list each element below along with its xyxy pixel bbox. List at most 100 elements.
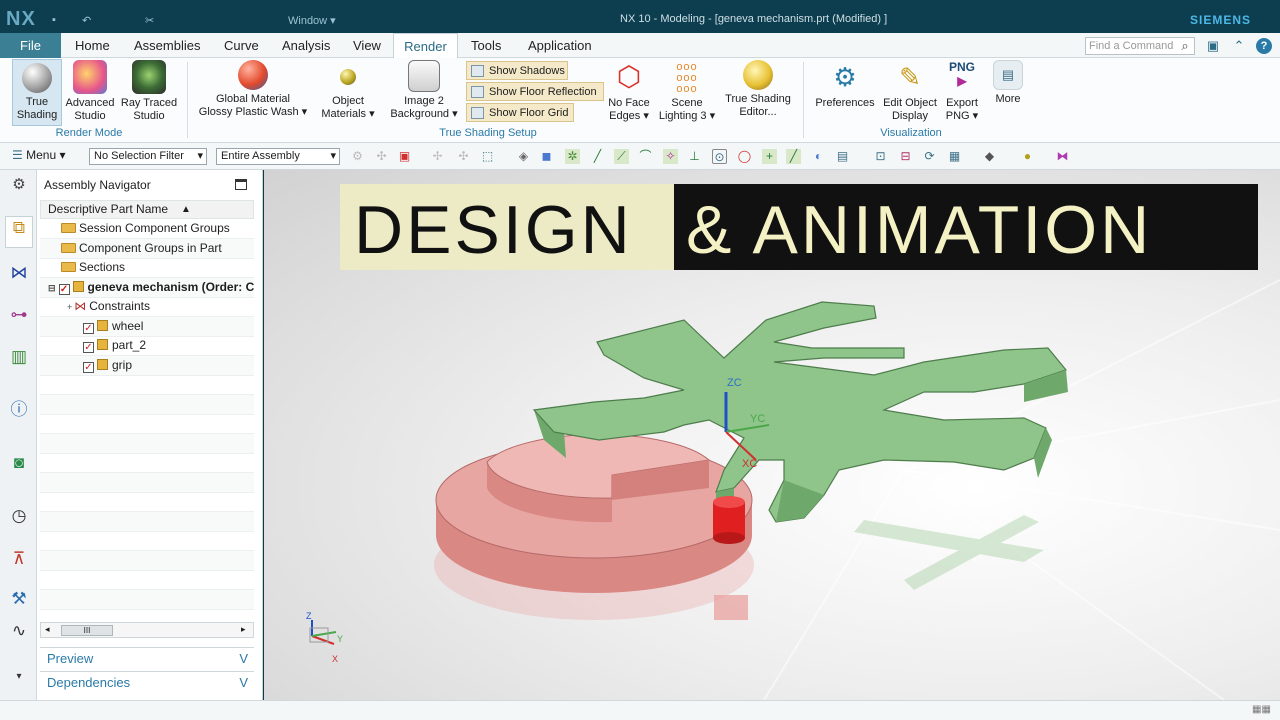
horizontal-scrollbar[interactable]: ◂ III ▸ xyxy=(40,622,254,638)
window-menu[interactable]: Window ▾ xyxy=(288,14,336,27)
snap-intersection-icon[interactable]: ✧ xyxy=(663,149,678,164)
snap-tangent-icon[interactable]: ╱ xyxy=(786,149,801,164)
snap-line-icon[interactable]: ╱ xyxy=(590,149,605,164)
tab-assemblies[interactable]: Assemblies xyxy=(134,33,204,58)
cut-icon[interactable]: ✂ xyxy=(145,14,154,27)
edit-section-icon[interactable]: ⧓ xyxy=(1055,149,1070,164)
advanced-studio-button[interactable]: Advanced Studio xyxy=(64,60,116,123)
assembly-scope-dropdown[interactable]: Entire Assembly xyxy=(216,148,340,165)
dependencies-panel-header[interactable]: Dependencies V xyxy=(40,671,254,693)
more-button[interactable]: ▤ More xyxy=(988,60,1028,106)
show-shadows-toggle[interactable]: Show Shadows xyxy=(466,61,568,80)
snap-point-icon[interactable]: + xyxy=(762,149,777,164)
snap-center-icon[interactable]: ⊙ xyxy=(712,149,727,164)
object-materials-button[interactable]: Object Materials ▾ xyxy=(318,60,378,121)
checkbox-icon[interactable]: ✓ xyxy=(83,342,94,353)
tree-node-geneva-mechanism[interactable]: ⊟ ✓ geneva mechanism (Order: C xyxy=(40,278,254,298)
resource-bar: ⚙ ⧉ ⋈ ⊶ ▥ ⓘ ◙ ◷ ⊼ ⚒ ∿ ▾ xyxy=(0,170,37,700)
assembly-icon[interactable]: ✣ xyxy=(456,149,471,164)
no-face-edges-button[interactable]: ⬡ No Face Edges ▾ xyxy=(604,60,654,123)
true-shading-editor-button[interactable]: True Shading Editor... xyxy=(722,60,794,119)
view-icon[interactable]: ◐ xyxy=(811,149,826,164)
assembly-navigator-icon[interactable]: ⧉ xyxy=(5,216,33,248)
orient-view-icon[interactable]: ▦ xyxy=(947,149,962,164)
preferences-button[interactable]: ⚙ Preferences xyxy=(814,60,876,110)
select-feature-icon[interactable]: ⚙ xyxy=(350,149,365,164)
material-sphere-icon xyxy=(238,60,268,90)
undo-icon[interactable]: ↶ xyxy=(82,14,91,27)
snap-icon[interactable]: ▣ xyxy=(397,149,412,164)
help-icon[interactable]: ? xyxy=(1256,38,1272,54)
scrollbar-thumb[interactable]: III xyxy=(61,625,113,636)
cube-icon[interactable]: ◼ xyxy=(539,149,554,164)
tree-node-part-2[interactable]: ✓ part_2 xyxy=(40,336,254,356)
snap-curve-icon[interactable]: ⌒ xyxy=(638,149,653,164)
window-layout-icon[interactable]: ▣ xyxy=(1205,38,1221,54)
snap-endpoint-icon[interactable]: ✲ xyxy=(565,149,580,164)
pointer-icon[interactable]: ✢ xyxy=(430,149,445,164)
rectangle-select-icon[interactable]: ⬚ xyxy=(480,149,495,164)
tree-node-grip[interactable]: ✓ grip xyxy=(40,356,254,376)
reuse-library-icon[interactable]: ▥ xyxy=(8,346,30,368)
solid-body-icon[interactable]: ◈ xyxy=(516,149,531,164)
tab-render[interactable]: Render xyxy=(393,33,458,58)
snap-quadrant-icon[interactable]: ◯ xyxy=(737,149,752,164)
search-icon[interactable]: ⌕ xyxy=(1177,38,1193,54)
expand-icon: + xyxy=(67,302,73,312)
selection-filter-dropdown[interactable]: No Selection Filter xyxy=(89,148,207,165)
grid-icon xyxy=(471,107,484,119)
tree-node-component-groups[interactable]: Component Groups in Part xyxy=(40,239,254,259)
edit-object-display-button[interactable]: ✎ Edit Object Display xyxy=(879,60,941,123)
menu-button[interactable]: ☰ Menu ▾ xyxy=(12,148,65,162)
scene-lighting-button[interactable]: ooo ooo ooo Scene Lighting 3 ▾ xyxy=(656,60,718,123)
hd3d-tools-icon[interactable]: ⓘ xyxy=(8,399,30,421)
render-style-icon[interactable]: ◆ xyxy=(982,149,997,164)
maximize-panel-icon[interactable] xyxy=(235,179,247,190)
tab-application[interactable]: Application xyxy=(528,33,598,58)
part-navigator-icon[interactable]: ⊶ xyxy=(8,304,30,326)
tree-node-wheel[interactable]: ✓ wheel xyxy=(40,317,254,337)
tab-home[interactable]: Home xyxy=(75,33,111,58)
show-floor-grid-toggle[interactable]: Show Floor Grid xyxy=(466,103,574,122)
snap-midpoint-icon[interactable]: ⟋ xyxy=(614,149,629,164)
checkbox-icon[interactable]: ✓ xyxy=(58,284,70,295)
fit-view-icon[interactable]: ⊡ xyxy=(873,149,888,164)
ray-traced-studio-button[interactable]: Ray Traced Studio xyxy=(120,60,178,123)
show-floor-reflection-toggle[interactable]: Show Floor Reflection xyxy=(466,82,604,101)
layer-icon[interactable]: ▤ xyxy=(835,149,850,164)
global-material-button[interactable]: Global Material Glossy Plastic Wash ▾ xyxy=(195,60,311,119)
scroll-left-icon[interactable]: ◂ xyxy=(45,624,50,635)
constraint-navigator-icon[interactable]: ⋈ xyxy=(8,262,30,284)
more-resources-icon[interactable]: ▾ xyxy=(8,666,30,688)
tree-node-constraints[interactable]: + ⋈ Constraints xyxy=(40,297,254,317)
rotate-icon[interactable]: ⟳ xyxy=(922,149,937,164)
tab-tools[interactable]: Tools xyxy=(471,33,507,58)
tab-curve[interactable]: Curve xyxy=(224,33,260,58)
roles-icon[interactable]: ∿ xyxy=(8,620,30,642)
shading-icon[interactable]: ● xyxy=(1020,149,1035,164)
image-background-button[interactable]: Image 2 Background ▾ xyxy=(386,60,462,121)
zoom-icon[interactable]: ⊟ xyxy=(898,149,913,164)
select-body-icon[interactable]: ✣ xyxy=(374,149,389,164)
save-icon[interactable]: ▪ xyxy=(52,14,56,26)
history-icon[interactable]: ◷ xyxy=(8,505,30,527)
tree-node-session-component-groups[interactable]: Session Component Groups xyxy=(40,219,254,239)
checkbox-icon[interactable]: ✓ xyxy=(83,362,94,373)
column-header[interactable]: Descriptive Part Name ▲ xyxy=(40,200,254,219)
snap-perpendicular-icon[interactable]: ⊥ xyxy=(687,149,702,164)
tab-view[interactable]: View xyxy=(353,33,383,58)
preview-panel-header[interactable]: Preview V xyxy=(40,647,254,669)
process-studio-icon[interactable]: ⚒ xyxy=(8,588,30,610)
system-materials-icon[interactable]: ⊼ xyxy=(8,548,30,570)
scroll-right-icon[interactable]: ▸ xyxy=(241,624,246,635)
graphics-window[interactable]: DESIGN & ANIMATION ZC YC XC Z Y X xyxy=(264,170,1280,700)
checkbox-icon[interactable]: ✓ xyxy=(83,323,94,334)
file-menu-button[interactable]: File xyxy=(0,33,61,58)
web-browser-icon[interactable]: ◙ xyxy=(8,452,30,474)
tab-analysis[interactable]: Analysis xyxy=(282,33,332,58)
tree-node-sections[interactable]: Sections xyxy=(40,258,254,278)
collapse-ribbon-icon[interactable]: ⌃ xyxy=(1231,38,1247,54)
export-png-button[interactable]: PNG ▶ Export PNG ▾ xyxy=(942,60,982,123)
true-shading-button[interactable]: True Shading xyxy=(12,59,62,126)
settings-icon[interactable]: ⚙ xyxy=(8,174,30,196)
